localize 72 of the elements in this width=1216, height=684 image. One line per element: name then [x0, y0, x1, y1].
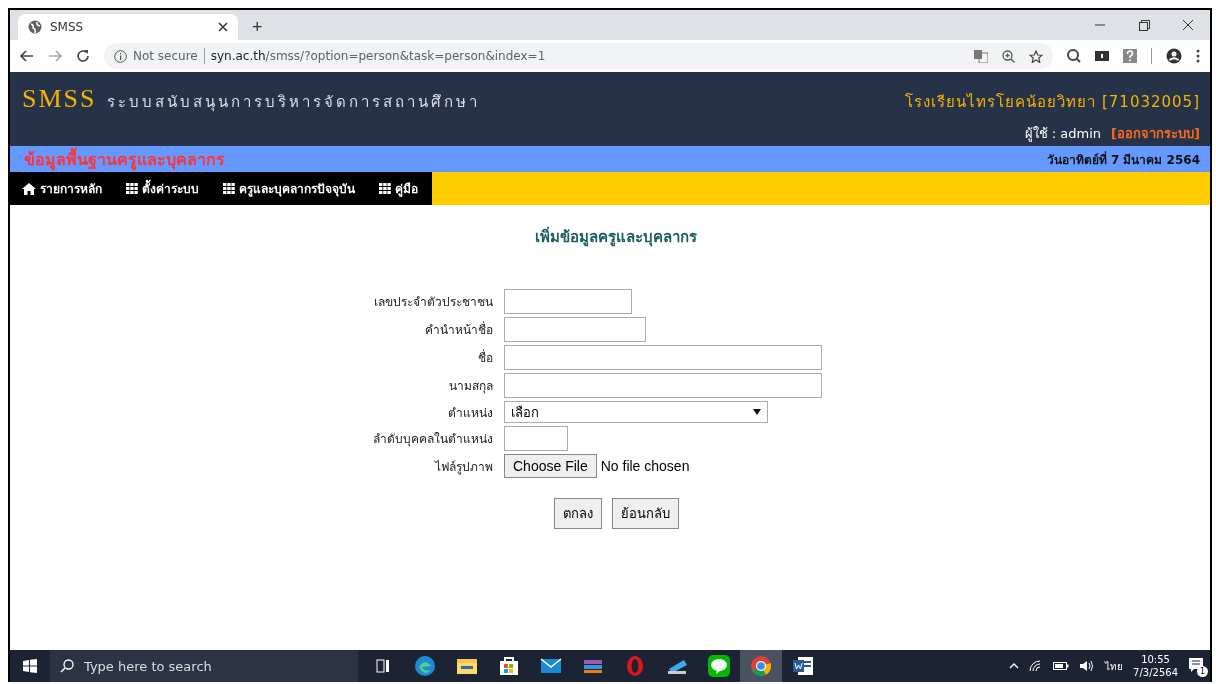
profile-icon[interactable]	[1166, 48, 1182, 64]
menu-item[interactable]: คู่มือ	[379, 179, 418, 198]
choose-file-button[interactable]: Choose File	[504, 454, 597, 478]
field-label: ลำดับบุคคลในตำแหน่ง	[373, 431, 493, 448]
menu-item[interactable]: รายการหลัก	[22, 179, 102, 198]
text-field[interactable]	[504, 317, 646, 342]
envelope-icon	[540, 658, 562, 674]
search-icon	[60, 659, 74, 673]
text-field[interactable]	[504, 345, 822, 370]
windows-logo-icon[interactable]	[23, 659, 37, 673]
wave-logo-icon	[414, 655, 436, 677]
menu-item[interactable]: ครูและบุคลากรปัจจุบัน	[223, 179, 355, 198]
help-icon[interactable]	[1123, 49, 1137, 63]
info-icon	[114, 49, 127, 63]
new-tab-button[interactable]: +	[252, 17, 263, 38]
chevron-up-icon[interactable]	[1009, 663, 1020, 669]
grid-icon	[126, 183, 138, 194]
logout-link[interactable]: [ออกจากระบบ]	[1111, 123, 1200, 144]
browser-tab[interactable]: SMSS	[18, 14, 238, 40]
address-bar[interactable]: Not secure syn.ac.th/smss/?option=person&task=person&index=1	[104, 43, 1053, 69]
star-icon[interactable]	[1029, 49, 1043, 63]
taskbar-clock[interactable]: 10:55 7/3/2564	[1133, 653, 1178, 679]
dropdown-arrow-icon	[753, 409, 761, 415]
language-indicator[interactable]: ไทย	[1105, 658, 1124, 674]
field-label: ตำแหน่ง	[448, 404, 493, 422]
browser-logo-icon	[750, 655, 772, 677]
speaker-icon[interactable]	[1079, 660, 1096, 672]
zoom-icon[interactable]	[1002, 49, 1015, 63]
taskbar-search-field[interactable]: Type here to search	[50, 650, 358, 682]
security-label: Not secure	[133, 49, 198, 63]
folder-icon	[456, 657, 478, 675]
close-icon[interactable]	[218, 22, 228, 32]
reload-icon[interactable]	[76, 49, 90, 63]
back-button[interactable]: ย้อนกลับ	[611, 498, 679, 529]
site-logo: SMSS	[22, 84, 97, 114]
submit-button[interactable]: ตกลง	[553, 498, 602, 529]
field-label: เลขประจำตัวประชาชน	[374, 294, 493, 311]
field-label: ไฟล์รูปภาพ	[435, 458, 493, 476]
ring-logo-icon	[625, 655, 645, 677]
text-field[interactable]	[504, 373, 822, 398]
page-heading: ข้อมูลพื้นฐานครูและบุคลากร	[24, 146, 225, 172]
shopping-bag-icon	[499, 656, 519, 676]
menu-item[interactable]: ตั้งค่าระบบ	[126, 179, 199, 198]
date-label: วันอาทิตย์ที่ 7 มีนาคม 2564	[1046, 150, 1200, 169]
globe-icon	[28, 20, 42, 34]
translate-icon[interactable]	[974, 49, 988, 63]
field-label: ชื่อ	[478, 348, 493, 367]
grid-icon	[379, 183, 391, 194]
url-text: syn.ac.th/smss/?option=person&task=person&index=1	[210, 49, 546, 63]
school-name: โรงเรียนไทรโยคน้อยวิทยา [71032005]	[905, 92, 1200, 113]
home-icon	[22, 182, 36, 195]
text-field[interactable]	[504, 426, 568, 451]
chat-bubble-icon	[708, 655, 730, 677]
extension-icon[interactable]	[1095, 51, 1109, 61]
text-field[interactable]	[504, 289, 632, 314]
notification-badge: 1	[1197, 666, 1208, 677]
field-label: นามสกุล	[449, 378, 493, 395]
monitor-icon	[666, 657, 688, 675]
battery-icon[interactable]	[1053, 661, 1070, 671]
system-name: ระบบสนับสนุนการบริหารจัดการสถานศึกษา	[106, 92, 480, 114]
file-status: No file chosen	[600, 458, 690, 474]
grid-icon	[223, 183, 235, 194]
user-label: ผู้ใช้ : admin	[1024, 125, 1102, 144]
books-icon	[583, 658, 603, 674]
field-label: คำนำหน้าชื่อ	[425, 320, 493, 339]
task-view-icon	[376, 659, 390, 673]
back-icon[interactable]	[20, 50, 34, 62]
form-title: เพิ่มข้อมูลครูและบุคลากร	[535, 225, 697, 249]
dropdown[interactable]: เลือก	[504, 401, 768, 423]
menu-icon[interactable]	[1196, 49, 1200, 63]
notification-icon[interactable]	[1188, 657, 1204, 673]
document-icon	[792, 656, 814, 676]
